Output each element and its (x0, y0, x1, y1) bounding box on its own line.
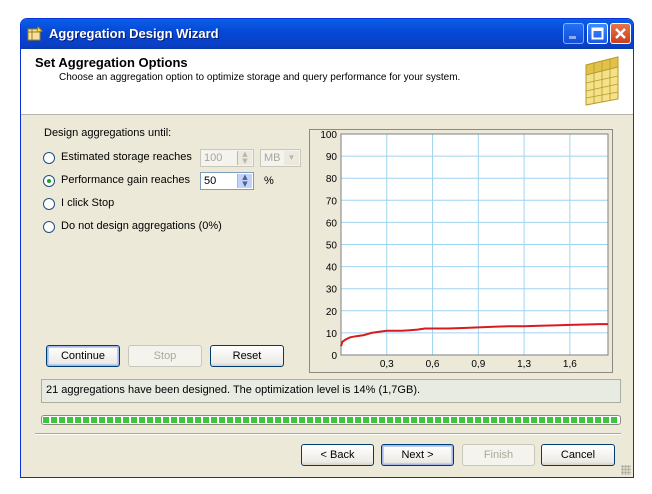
performance-input[interactable] (202, 174, 240, 188)
wizard-header: Set Aggregation Options Choose an aggreg… (21, 49, 633, 115)
x-tick-label: 1,3 (517, 359, 531, 370)
resize-grip-icon[interactable] (621, 465, 631, 475)
y-tick-label: 80 (326, 174, 338, 185)
x-tick-label: 0,6 (426, 359, 440, 370)
y-tick-label: 10 (326, 329, 338, 340)
stop-button[interactable]: Stop (128, 345, 202, 367)
storage-input[interactable] (202, 151, 240, 165)
no-aggregations-label: Do not design aggregations (0%) (61, 220, 222, 232)
status-panel: 21 aggregations have been designed. The … (41, 379, 621, 403)
x-tick-label: 0,9 (471, 359, 485, 370)
no-aggregations-radio[interactable] (43, 221, 55, 233)
progress-bar (41, 415, 621, 425)
minimize-icon (569, 36, 576, 39)
maximize-icon (591, 27, 604, 40)
progress-fill (43, 417, 619, 423)
x-tick-label: 0,3 (380, 359, 394, 370)
next-button[interactable]: Next > (381, 444, 454, 466)
y-tick-label: 70 (326, 196, 338, 207)
optimization-chart-svg: 0 10 20 30 40 50 60 70 80 90 100 0,3 0,6 0,9 1,3 1,6 (320, 130, 609, 370)
spin-arrows-icon[interactable]: ▲ ▼ (237, 174, 252, 188)
storage-stepper[interactable]: ▲▼ (200, 149, 254, 167)
window-title: Aggregation Design Wizard (49, 26, 219, 41)
cancel-button[interactable]: Cancel (541, 444, 615, 466)
y-tick-label: 50 (326, 241, 338, 252)
performance-label: Performance gain reaches (61, 174, 191, 186)
storage-label: Estimated storage reaches (61, 151, 192, 163)
reset-button[interactable]: Reset (210, 345, 284, 367)
button-separator (35, 433, 621, 435)
design-until-label: Design aggregations until: (44, 127, 172, 139)
storage-unit-value: MB (264, 152, 281, 164)
title-bar[interactable]: Aggregation Design Wizard (21, 19, 633, 49)
close-icon (615, 28, 626, 39)
spin-arrows-icon[interactable]: ▲ ▼ (237, 151, 252, 165)
storage-unit-select[interactable]: MB ▼ (260, 149, 301, 167)
minimize-button[interactable] (563, 23, 584, 44)
chevron-down-icon[interactable]: ▼ (284, 151, 299, 165)
maximize-button[interactable] (587, 23, 608, 44)
spreadsheet-icon (585, 56, 619, 106)
y-tick-label: 30 (326, 285, 338, 296)
y-tick-label: 0 (331, 351, 337, 362)
close-button[interactable] (610, 23, 631, 44)
x-tick-label: 1,6 (563, 359, 577, 370)
continue-button[interactable]: Continue (46, 345, 120, 367)
performance-radio[interactable] (43, 175, 55, 187)
page-subtitle: Choose an aggregation option to optimize… (59, 72, 461, 83)
optimization-chart: 0 10 20 30 40 50 60 70 80 90 100 0,3 0,6 0,9 1,3 1,6 (309, 129, 613, 373)
y-tick-label: 40 (326, 263, 338, 274)
manual-stop-radio[interactable] (43, 198, 55, 210)
finish-button[interactable]: Finish (462, 444, 535, 466)
page-title: Set Aggregation Options (35, 55, 188, 70)
wizard-app-icon (27, 26, 43, 41)
back-button[interactable]: < Back (301, 444, 374, 466)
y-tick-label: 60 (326, 218, 338, 229)
y-tick-label: 90 (326, 152, 338, 163)
performance-unit: % (264, 175, 274, 187)
performance-stepper[interactable]: ▲▼ (200, 172, 254, 190)
y-tick-label: 20 (326, 307, 338, 318)
manual-stop-label: I click Stop (61, 197, 115, 209)
y-tick-label: 100 (320, 130, 337, 141)
wizard-window: Aggregation Design Wizard Set Aggregatio… (20, 18, 634, 478)
storage-radio[interactable] (43, 152, 55, 164)
status-message: 21 aggregations have been designed. The … (46, 384, 421, 396)
